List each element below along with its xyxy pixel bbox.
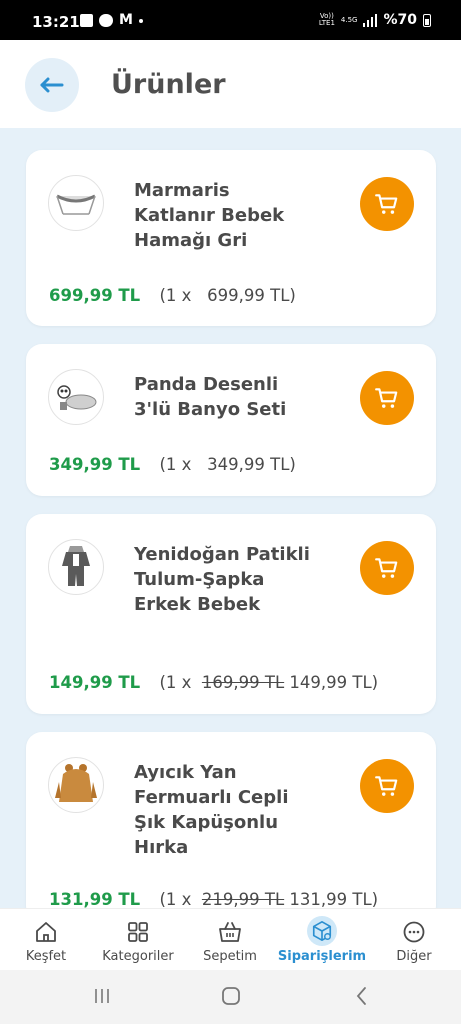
home-button-icon[interactable] — [221, 986, 241, 1006]
product-card[interactable]: Marmaris Katlanır Bebek Hamağı Gri 699,9… — [26, 150, 436, 326]
quantity: (1 x — [159, 890, 192, 909]
nav-label: Siparişlerim — [277, 949, 367, 964]
system-navigation-bar — [0, 970, 461, 1024]
product-card[interactable]: Panda Desenli 3'lü Banyo Seti 349,99 TL … — [26, 344, 436, 496]
cart-icon — [375, 776, 398, 796]
total-price: 149,99 TL — [49, 673, 141, 692]
add-to-cart-button[interactable] — [360, 541, 414, 595]
home-icon — [36, 922, 56, 942]
price-row: 131,99 TL (1 x 219,99 TL 131,99 TL) — [49, 890, 378, 909]
nav-item-sepetim[interactable]: Sepetim — [184, 919, 276, 964]
nav-item-kategoriler[interactable]: Kategoriler — [92, 919, 184, 964]
baby-jumpsuit-image — [62, 546, 90, 586]
unit-price: 131,99 TL) — [289, 890, 379, 909]
recent-apps-icon[interactable] — [92, 986, 112, 1006]
product-name: Ayıcık Yan Fermuarlı Cepli Şık Kapüşonlu… — [134, 762, 289, 858]
bath-set-image — [57, 385, 97, 410]
old-price: 169,99 TL — [201, 673, 285, 692]
arrow-left-icon — [40, 77, 64, 93]
cart-icon — [375, 194, 398, 214]
add-to-cart-button[interactable] — [360, 759, 414, 813]
back-nav-icon[interactable] — [352, 986, 372, 1006]
gallery-icon — [80, 14, 93, 27]
notification-icons: M — [80, 12, 143, 28]
volte-label: Vo)) LTE1 — [318, 12, 335, 27]
unit-price: 349,99 TL) — [207, 455, 296, 474]
network-type: 4.5G — [340, 15, 358, 24]
price-row: 349,99 TL (1 x 349,99 TL) — [49, 455, 296, 474]
cart-icon — [375, 558, 398, 578]
grid-icon — [128, 922, 148, 942]
back-button[interactable] — [25, 58, 79, 112]
product-image — [48, 757, 104, 813]
battery-level: %70 — [383, 12, 417, 28]
quantity: (1 x — [159, 286, 192, 305]
signal-icon — [363, 13, 378, 27]
product-image — [48, 175, 104, 231]
baby-hammock-image — [56, 194, 96, 215]
product-card[interactable]: Yenidoğan Patikli Tulum-Şapka Erkek Bebe… — [26, 514, 436, 714]
nav-label: Diğer — [396, 949, 432, 964]
nav-item-kesfet[interactable]: Keşfet — [0, 919, 92, 964]
nav-label: Kategoriler — [102, 949, 174, 964]
orders-box-icon — [312, 921, 332, 941]
product-name: Marmaris Katlanır Bebek Hamağı Gri — [134, 180, 285, 251]
status-time: 13:21 — [32, 13, 80, 31]
old-price: 219,99 TL — [201, 890, 285, 909]
quantity: (1 x — [159, 455, 192, 474]
unit-price: 149,99 TL) — [289, 673, 379, 692]
product-name: Yenidoğan Patikli Tulum-Şapka Erkek Bebe… — [134, 544, 310, 615]
gmail-icon: M — [119, 12, 133, 28]
product-card[interactable]: Ayıcık Yan Fermuarlı Cepli Şık Kapüşonlu… — [26, 732, 436, 922]
message-icon — [99, 14, 113, 27]
unit-price: 699,99 TL) — [207, 286, 296, 305]
product-image — [48, 539, 104, 595]
price-row: 149,99 TL (1 x 169,99 TL 149,99 TL) — [49, 673, 378, 692]
quantity: (1 x — [159, 673, 192, 692]
more-icon — [403, 921, 425, 943]
product-image — [48, 369, 104, 425]
nav-item-siparislerim[interactable]: Siparişlerim — [276, 916, 368, 964]
active-indicator — [307, 916, 337, 946]
bottom-navigation: Keşfet Kategoriler Sepetim Siparişlerim … — [0, 908, 461, 971]
product-name: Panda Desenli 3'lü Banyo Seti — [134, 374, 287, 420]
nav-item-diger[interactable]: Diğer — [368, 919, 460, 964]
total-price: 131,99 TL — [49, 890, 141, 909]
nav-label: Keşfet — [25, 949, 67, 964]
total-price: 699,99 TL — [49, 286, 141, 305]
more-notifications-icon — [138, 18, 143, 23]
total-price: 349,99 TL — [49, 455, 141, 474]
app-header: Ürünler — [0, 40, 461, 128]
add-to-cart-button[interactable] — [360, 371, 414, 425]
status-bar: 13:21 M Vo)) LTE1 4.5G %70 — [0, 0, 461, 40]
add-to-cart-button[interactable] — [360, 177, 414, 231]
battery-icon — [423, 13, 431, 27]
page-title: Ürünler — [111, 69, 226, 100]
nav-label: Sepetim — [203, 949, 257, 964]
cart-icon — [375, 388, 398, 408]
status-right: Vo)) LTE1 4.5G %70 — [319, 12, 431, 28]
price-row: 699,99 TL (1 x 699,99 TL) — [49, 286, 296, 305]
basket-icon — [219, 922, 241, 942]
bear-hoodie-image — [55, 764, 97, 802]
